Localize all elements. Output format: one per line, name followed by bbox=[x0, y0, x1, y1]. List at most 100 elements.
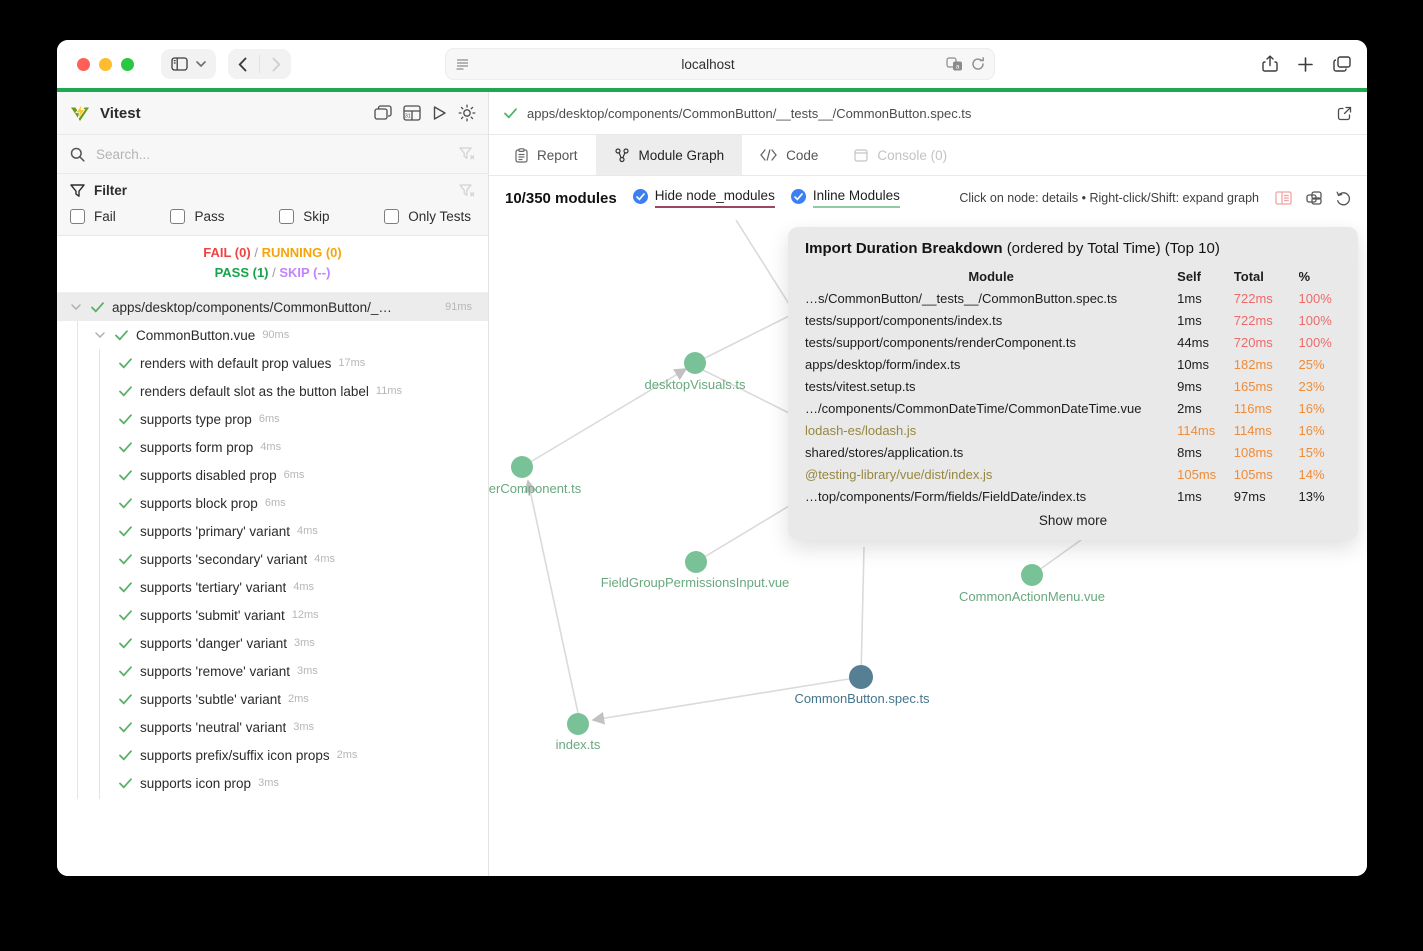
theme-toggle-sun-icon[interactable] bbox=[458, 104, 476, 122]
tree-test-row[interactable]: supports form prop4ms bbox=[57, 433, 488, 461]
table-header-row: Module Self Total % bbox=[805, 265, 1341, 287]
table-row: tests/vitest.setup.ts9ms165ms23% bbox=[805, 375, 1341, 397]
tree-test-row[interactable]: renders with default prop values17ms bbox=[57, 349, 488, 377]
search-input[interactable]: Search... bbox=[96, 147, 459, 162]
forward-button[interactable] bbox=[272, 57, 281, 72]
pass-check-icon bbox=[119, 610, 132, 621]
checkbox-icon bbox=[279, 209, 294, 224]
show-more-button[interactable]: Show more bbox=[805, 507, 1341, 530]
tree-suite-row[interactable]: CommonButton.vue 90ms bbox=[57, 321, 488, 349]
translate-icon[interactable]: a bbox=[946, 57, 963, 71]
tree-file-row[interactable]: apps/desktop/components/CommonButton/_… … bbox=[57, 293, 488, 321]
filter-section: Filter Fail Pass Skip Only Tests bbox=[57, 174, 488, 236]
table-row: @testing-library/vue/dist/index.js105ms1… bbox=[805, 463, 1341, 485]
pass-check-icon bbox=[119, 750, 132, 761]
close-window-button[interactable] bbox=[77, 58, 90, 71]
tree-test-row[interactable]: supports 'secondary' variant4ms bbox=[57, 545, 488, 573]
tree-test-row[interactable]: renders default slot as the button label… bbox=[57, 377, 488, 405]
inline-modules-checkbox[interactable]: Inline Modules bbox=[791, 188, 900, 208]
tab-console[interactable]: Console (0) bbox=[836, 135, 965, 175]
share-icon[interactable] bbox=[1262, 55, 1278, 73]
reset-graph-icon[interactable] bbox=[1336, 191, 1351, 206]
report-icon bbox=[515, 148, 528, 163]
svg-text:31: 31 bbox=[405, 114, 411, 120]
pass-check-icon bbox=[119, 470, 132, 481]
import-duration-panel: Import Duration Breakdown (ordered by To… bbox=[788, 227, 1358, 540]
tree-test-row[interactable]: supports 'subtle' variant2ms bbox=[57, 685, 488, 713]
graph-node-label[interactable]: index.ts bbox=[556, 737, 601, 752]
pass-check-icon bbox=[504, 108, 517, 119]
tree-test-row[interactable]: supports 'remove' variant3ms bbox=[57, 657, 488, 685]
tree-test-row[interactable]: supports 'neutral' variant3ms bbox=[57, 713, 488, 741]
search-bar[interactable]: Search... bbox=[57, 135, 488, 174]
divider bbox=[259, 55, 260, 73]
tree-test-row[interactable]: supports disabled prop6ms bbox=[57, 461, 488, 489]
console-icon bbox=[854, 149, 868, 162]
graph-node-commonbutton-spec[interactable] bbox=[849, 665, 873, 689]
graph-node-label[interactable]: renderComponent.ts bbox=[489, 481, 581, 496]
tree-test-row[interactable]: supports 'danger' variant3ms bbox=[57, 629, 488, 657]
run-all-icon[interactable] bbox=[432, 105, 447, 121]
table-row: shared/stores/application.ts8ms108ms15% bbox=[805, 441, 1341, 463]
tab-overview-icon[interactable] bbox=[1333, 56, 1351, 72]
open-in-editor-icon[interactable] bbox=[1337, 106, 1352, 121]
graph-node-label[interactable]: CommonButton.spec.ts bbox=[794, 691, 929, 706]
running-count: RUNNING (0) bbox=[262, 245, 342, 260]
graph-node-label[interactable]: FieldGroupPermissionsInput.vue bbox=[601, 575, 790, 590]
checkbox-icon bbox=[170, 209, 185, 224]
tree-test-row[interactable]: supports block prop6ms bbox=[57, 489, 488, 517]
tree-test-row[interactable]: supports icon prop3ms bbox=[57, 769, 488, 797]
address-bar[interactable]: localhost a bbox=[445, 48, 995, 80]
code-icon bbox=[760, 149, 777, 161]
reload-icon[interactable] bbox=[971, 57, 985, 71]
url-text[interactable]: localhost bbox=[470, 57, 946, 72]
filter-checkbox-pass[interactable]: Pass bbox=[170, 209, 224, 224]
pass-check-icon bbox=[119, 386, 132, 397]
clear-filters-icon[interactable] bbox=[459, 184, 475, 198]
tree-test-row[interactable]: supports type prop6ms bbox=[57, 405, 488, 433]
tree-test-row[interactable]: supports 'tertiary' variant4ms bbox=[57, 573, 488, 601]
pass-check-icon bbox=[119, 722, 132, 733]
graph-node-index[interactable] bbox=[567, 713, 589, 735]
toggle-breakdown-table-icon[interactable] bbox=[1275, 191, 1292, 205]
graph-node-label[interactable]: desktopVisuals.ts bbox=[645, 377, 746, 392]
dashboard-windows-icon[interactable] bbox=[374, 105, 392, 121]
tree-test-row[interactable]: supports 'primary' variant4ms bbox=[57, 517, 488, 545]
table-row: tests/support/components/renderComponent… bbox=[805, 331, 1341, 353]
graph-node-fieldgrouppermissionsinput[interactable] bbox=[685, 551, 707, 573]
graph-node-rendercomponent[interactable] bbox=[511, 456, 533, 478]
test-counts: FAIL (0) / RUNNING (0) PASS (1) / SKIP (… bbox=[57, 236, 488, 293]
chevron-down-icon[interactable] bbox=[95, 332, 105, 338]
graph-node-commonactionmenu[interactable] bbox=[1021, 564, 1043, 586]
zoom-window-button[interactable] bbox=[121, 58, 134, 71]
hide-node-modules-checkbox[interactable]: Hide node_modules bbox=[633, 188, 775, 208]
import-duration-table: Module Self Total % …s/CommonButton/__te… bbox=[805, 265, 1341, 507]
tab-report[interactable]: Report bbox=[497, 135, 596, 175]
reader-view-icon[interactable] bbox=[455, 58, 470, 71]
table-row: …top/components/Form/fields/FieldDate/in… bbox=[805, 485, 1341, 507]
tree-test-row[interactable]: supports prefix/suffix icon props2ms bbox=[57, 741, 488, 769]
table-row: tests/support/components/index.ts1ms722m… bbox=[805, 309, 1341, 331]
modules-count: 10/350 modules bbox=[505, 190, 617, 207]
new-tab-icon[interactable] bbox=[1298, 57, 1313, 72]
minimize-window-button[interactable] bbox=[99, 58, 112, 71]
graph-node-label[interactable]: CommonActionMenu.vue bbox=[959, 589, 1105, 604]
filter-checkbox-only-tests[interactable]: Only Tests bbox=[384, 209, 471, 224]
panel-title: Import Duration Breakdown (ordered by To… bbox=[805, 240, 1341, 257]
tab-code[interactable]: Code bbox=[742, 135, 836, 175]
clear-search-filter-icon[interactable] bbox=[459, 147, 475, 161]
graph-layout-icon[interactable] bbox=[1306, 191, 1322, 205]
filter-checkbox-skip[interactable]: Skip bbox=[279, 209, 329, 224]
graph-node-desktopvisuals[interactable] bbox=[684, 352, 706, 374]
module-graph-canvas[interactable]: desktopVisuals.ts renderComponent.ts Fie… bbox=[489, 220, 1367, 876]
pass-check-icon bbox=[91, 302, 104, 313]
tab-module-graph[interactable]: Module Graph bbox=[596, 135, 743, 175]
pass-check-icon bbox=[115, 330, 128, 341]
report-summary-icon[interactable]: 31 bbox=[403, 105, 421, 121]
chevron-down-icon[interactable] bbox=[71, 304, 81, 310]
filter-checkbox-fail[interactable]: Fail bbox=[70, 209, 116, 224]
sidebar-toggle-button[interactable] bbox=[161, 49, 216, 79]
table-row: …s/CommonButton/__tests__/CommonButton.s… bbox=[805, 287, 1341, 309]
tree-test-row[interactable]: supports 'submit' variant12ms bbox=[57, 601, 488, 629]
back-button[interactable] bbox=[238, 57, 247, 72]
